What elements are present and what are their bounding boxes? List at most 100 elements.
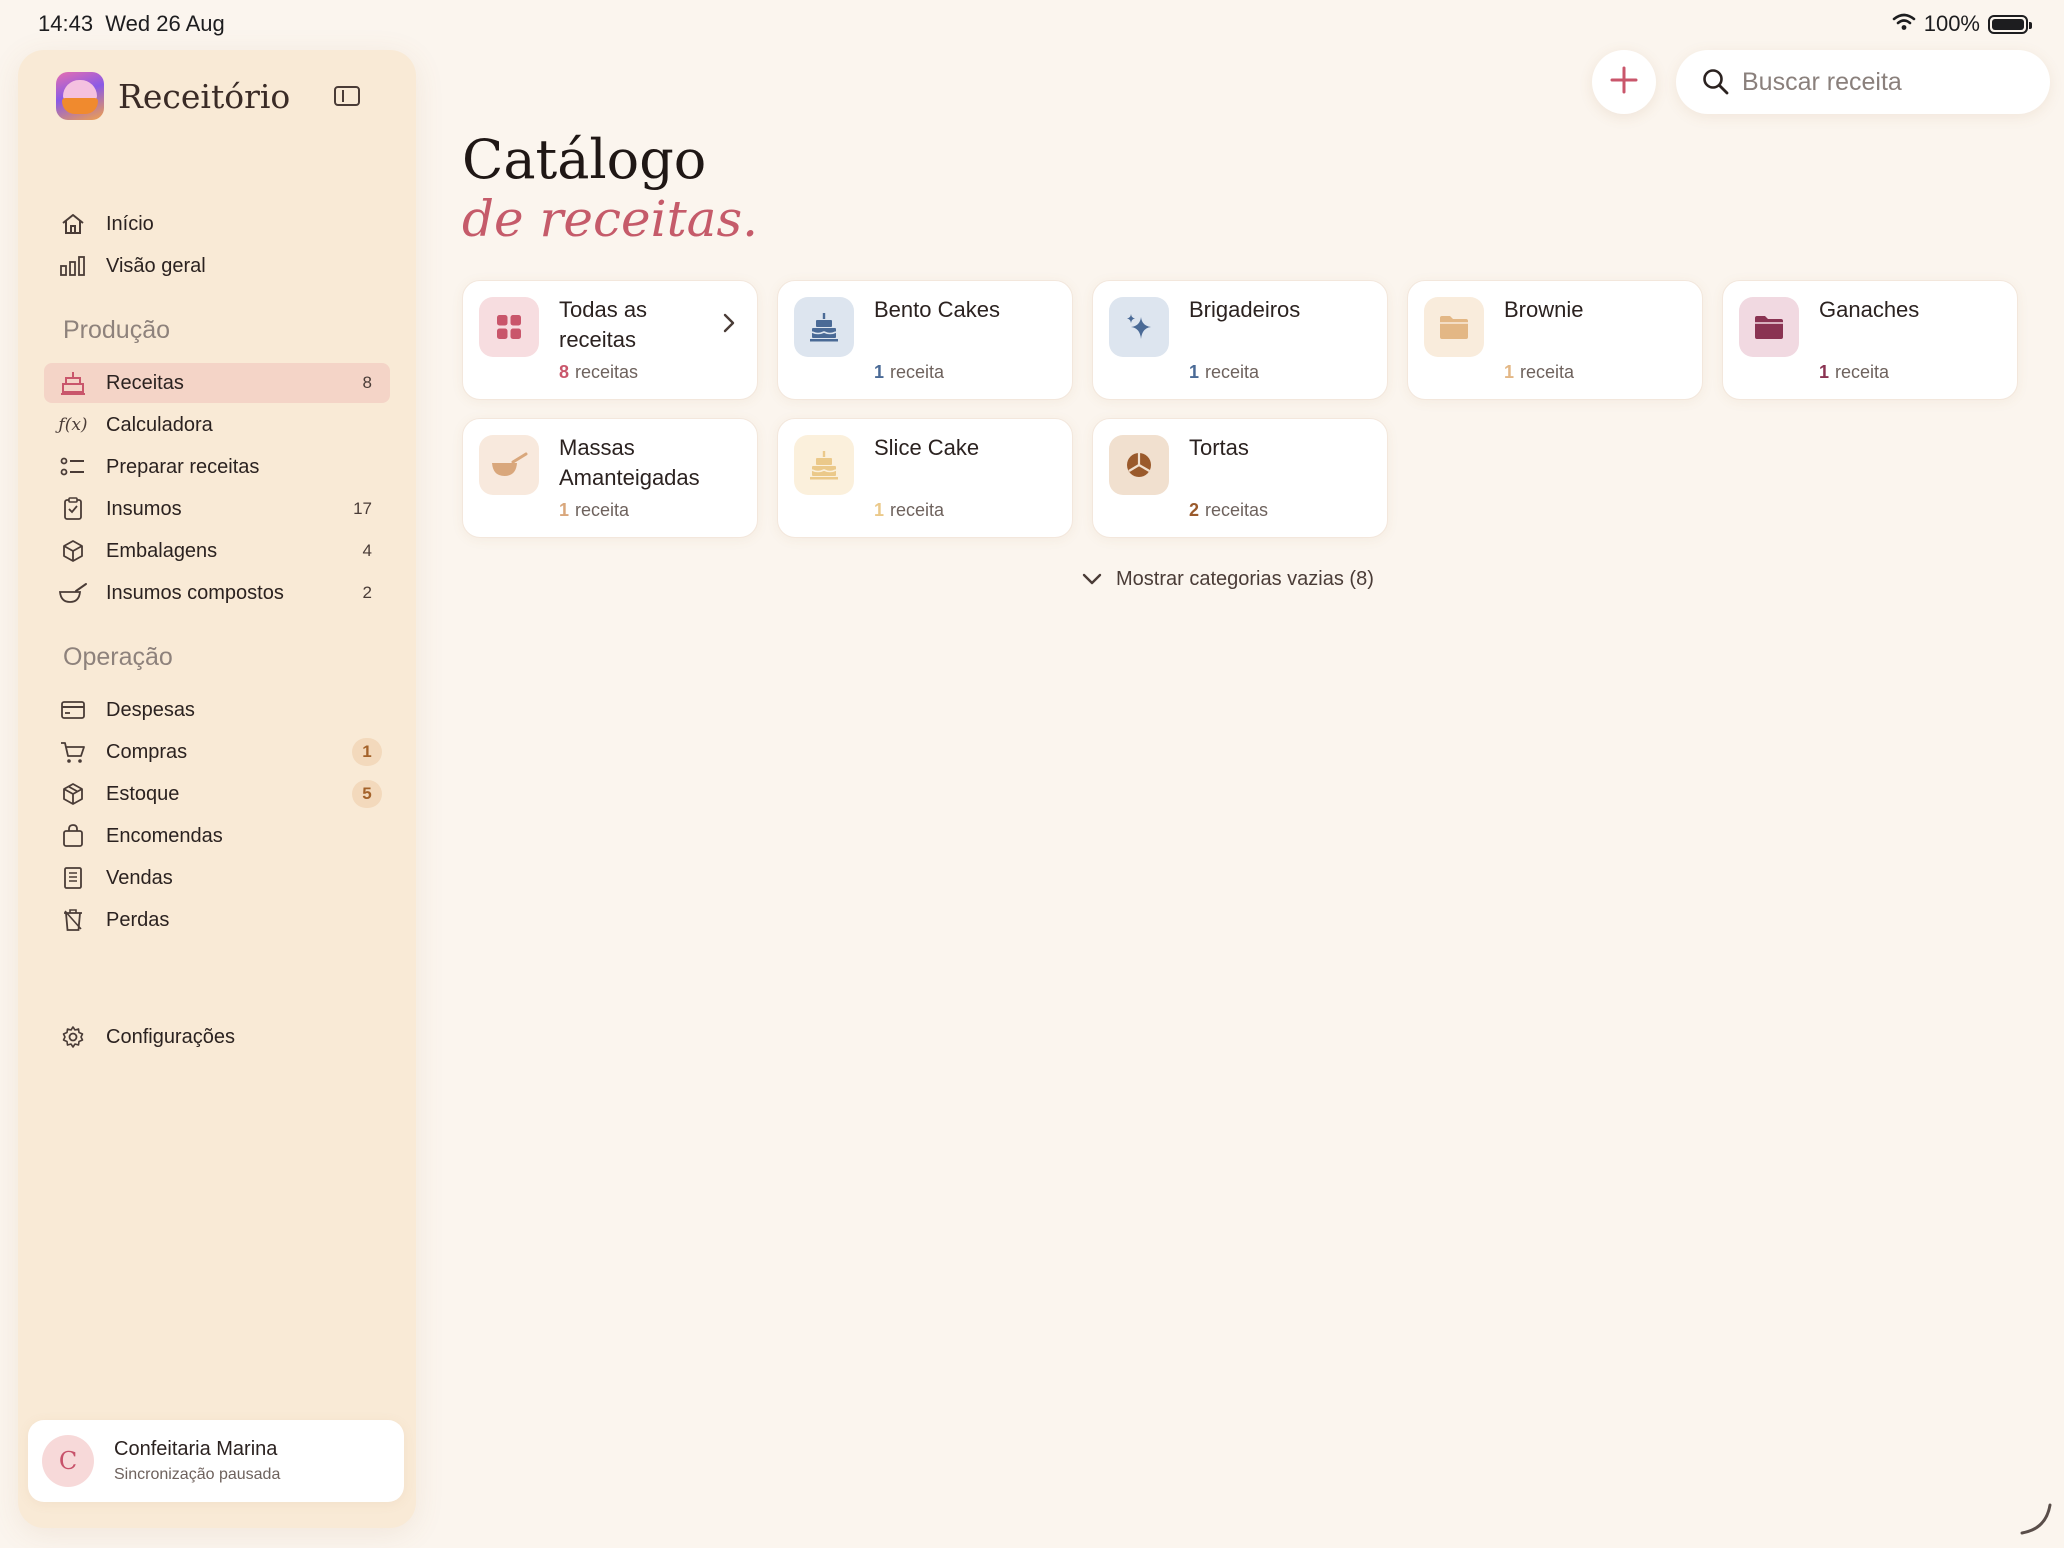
page-subtitle: de receitas. [462, 190, 759, 248]
sidebar-item-label: Preparar receitas [106, 455, 260, 478]
category-card-brigadeiros[interactable]: Brigadeiros 1 receita [1092, 280, 1388, 400]
sidebar-item-receitas[interactable]: Receitas 8 [44, 363, 390, 403]
sparkles-icon [1109, 297, 1169, 357]
search-input[interactable] [1742, 62, 2032, 102]
cake-icon [58, 370, 88, 396]
sidebar-item-label: Configurações [106, 1025, 235, 1048]
battery-percentage: 100% [1923, 11, 1980, 36]
category-title: Todas as receitas [559, 297, 648, 352]
sidebar-item-inicio[interactable]: Início [44, 204, 390, 244]
sidebar-item-label: Estoque [106, 782, 180, 805]
receipt-icon [58, 866, 88, 890]
sidebar-item-embalagens[interactable]: Embalagens 4 [44, 531, 390, 571]
category-count: 1 receita [874, 362, 945, 382]
app-name: Receitório [118, 76, 291, 116]
category-card-bento-cakes[interactable]: Bento Cakes 1 receita [777, 280, 1073, 400]
item-count: 4 [362, 541, 372, 560]
category-title: Brownie [1504, 297, 1584, 322]
folder-icon [1424, 297, 1484, 357]
show-empty-label: Mostrar categorias vazias (8) [1116, 568, 1374, 590]
checklist-icon [58, 456, 88, 478]
resize-handle-icon [2016, 1497, 2056, 1542]
house-icon [58, 212, 88, 236]
sidebar-item-encomendas[interactable]: Encomendas [44, 816, 390, 856]
sidebar-item-label: Calculadora [106, 413, 213, 436]
sidebar-item-insumos[interactable]: Insumos 17 [44, 489, 390, 529]
category-count: 8 receitas [559, 362, 639, 382]
sidebar-item-label: Despesas [106, 698, 195, 721]
chevron-right-icon [723, 313, 735, 338]
mixing-bowl-icon [58, 582, 88, 604]
sidebar-item-despesas[interactable]: Despesas [44, 690, 390, 730]
mixing-bowl-icon [479, 435, 539, 495]
sidebar: Receitório Início Visão geral Produção R… [18, 50, 416, 1528]
category-title: Bento Cakes [874, 297, 1000, 322]
sidebar-item-label: Compras [106, 740, 188, 763]
category-count: 1 receita [1819, 362, 1890, 382]
sidebar-item-configuracoes[interactable]: Configurações [44, 1017, 390, 1057]
sidebar-item-insumos-compostos[interactable]: Insumos compostos 2 [44, 573, 390, 613]
category-title: Brigadeiros [1189, 297, 1301, 322]
category-title: Tortas [1189, 435, 1249, 460]
brand: Receitório [56, 72, 290, 120]
category-card-todas-as-receitas[interactable]: Todas as receitas 8 receitas [462, 280, 758, 400]
sidebar-item-preparar-receitas[interactable]: Preparar receitas [44, 447, 390, 487]
category-card-tortas[interactable]: Tortas 2 receitas [1092, 418, 1388, 538]
credit-card-icon [58, 700, 88, 720]
sidebar-item-label: Vendas [106, 866, 173, 889]
sidebar-item-visao-geral[interactable]: Visão geral [44, 246, 390, 286]
cake-icon [794, 435, 854, 495]
category-count: 2 receitas [1189, 500, 1269, 520]
status-indicators: 100% [1892, 11, 2032, 37]
avatar: C [42, 1435, 94, 1487]
category-count: 1 receita [559, 500, 630, 520]
cart-icon [58, 740, 88, 764]
item-badge: 5 [352, 780, 382, 808]
sync-status: Sincronização pausada [114, 1466, 281, 1483]
item-count: 8 [362, 373, 372, 392]
search-box[interactable] [1676, 50, 2050, 114]
search-icon [1702, 68, 1730, 101]
profile-name: Confeitaria Marina [114, 1438, 278, 1460]
sidebar-item-calculadora[interactable]: ƒ(x) Calculadora [44, 405, 390, 445]
profile-card[interactable]: C Confeitaria Marina Sincronização pausa… [28, 1420, 404, 1502]
show-empty-categories-button[interactable]: Mostrar categorias vazias (8) [1082, 568, 1374, 591]
category-title: Slice Cake [874, 435, 980, 460]
grid-icon [479, 297, 539, 357]
gear-icon [58, 1025, 88, 1049]
clipboard-icon [58, 497, 88, 521]
sidebar-item-vendas[interactable]: Vendas [44, 858, 390, 898]
sidebar-item-label: Visão geral [106, 254, 206, 277]
status-time: 14:43 Wed 26 Aug [38, 11, 225, 36]
pie-chart-icon [1109, 435, 1169, 495]
bag-icon [58, 824, 88, 848]
item-count: 2 [362, 583, 372, 602]
status-bar: 14:43 Wed 26 Aug 100% [0, 0, 2064, 48]
category-card-brownie[interactable]: Brownie 1 receita [1407, 280, 1703, 400]
sidebar-item-label: Receitas [106, 371, 184, 394]
sidebar-item-label: Embalagens [106, 539, 218, 562]
box-icon [58, 539, 88, 563]
cake-icon [794, 297, 854, 357]
package-icon [58, 782, 88, 806]
function-icon: ƒ(x) [58, 415, 88, 435]
section-title-producao: Produção [63, 316, 171, 344]
sidebar-item-label: Insumos [106, 497, 182, 520]
wifi-icon [1892, 11, 1916, 37]
add-recipe-button[interactable] [1592, 50, 1656, 114]
page-title: Catálogo [462, 128, 707, 191]
trash-icon [58, 908, 88, 932]
category-title: Massas Amanteigadas [559, 435, 700, 490]
sidebar-toggle-icon[interactable] [334, 86, 360, 106]
sidebar-item-estoque[interactable]: Estoque 5 [44, 774, 390, 814]
category-card-massas-amanteigadas[interactable]: Massas Amanteigadas 1 receita [462, 418, 758, 538]
category-card-slice-cake[interactable]: Slice Cake 1 receita [777, 418, 1073, 538]
sidebar-item-perdas[interactable]: Perdas [44, 900, 390, 940]
bar-chart-icon [58, 256, 88, 276]
sidebar-item-label: Encomendas [106, 824, 223, 847]
sidebar-item-compras[interactable]: Compras 1 [44, 732, 390, 772]
chevron-down-icon [1082, 568, 1102, 591]
category-card-ganaches[interactable]: Ganaches 1 receita [1722, 280, 2018, 400]
category-title: Ganaches [1819, 297, 1920, 322]
folder-icon [1739, 297, 1799, 357]
